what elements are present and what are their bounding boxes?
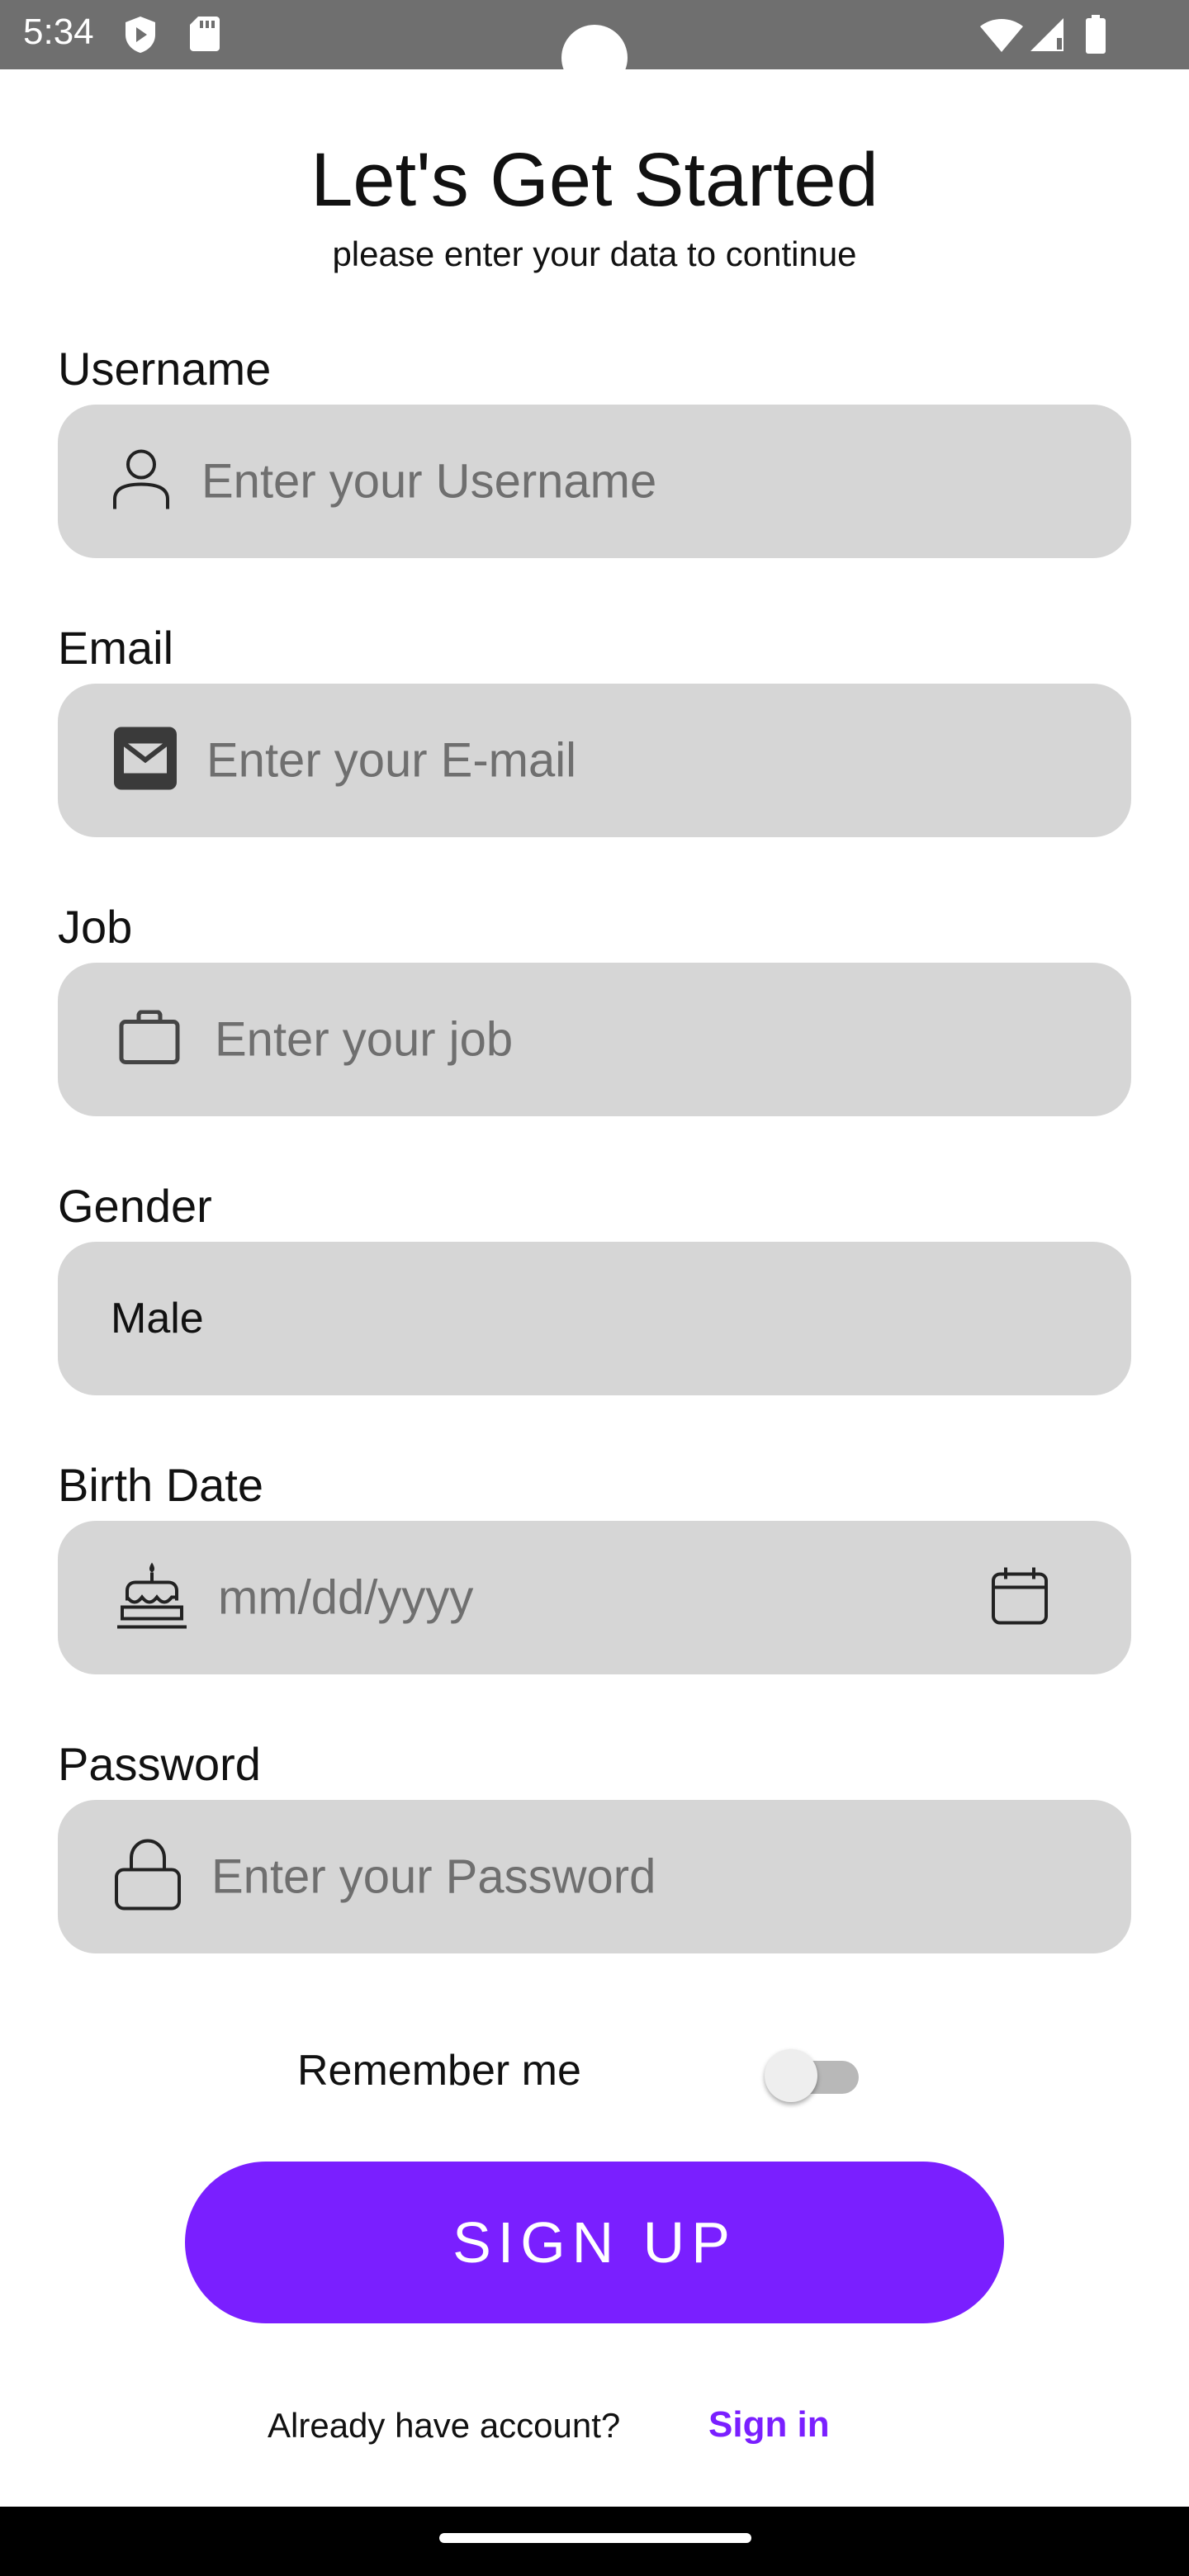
sign-up-button[interactable]: SIGN UP bbox=[185, 2162, 1004, 2323]
password-field[interactable]: Enter your Password bbox=[58, 1800, 1131, 1953]
username-placeholder: Enter your Username bbox=[201, 454, 657, 509]
email-label: Email bbox=[58, 622, 174, 674]
email-placeholder: Enter your E-mail bbox=[206, 733, 577, 788]
password-placeholder: Enter your Password bbox=[211, 1849, 656, 1904]
play-protect-icon bbox=[122, 15, 159, 59]
sign-in-link[interactable]: Sign in bbox=[708, 2404, 830, 2446]
remember-me-toggle[interactable] bbox=[765, 2049, 864, 2102]
password-label: Password bbox=[58, 1738, 261, 1790]
birth-date-field[interactable]: mm/dd/yyyy bbox=[58, 1521, 1131, 1674]
page-title: Let's Get Started bbox=[310, 138, 879, 222]
gender-value: Male bbox=[111, 1295, 204, 1342]
email-field[interactable]: Enter your E-mail bbox=[58, 684, 1131, 837]
envelope-icon bbox=[114, 727, 177, 794]
birth-date-placeholder: mm/dd/yyyy bbox=[218, 1570, 474, 1625]
username-field[interactable]: Enter your Username bbox=[58, 405, 1131, 558]
person-icon bbox=[112, 448, 170, 515]
briefcase-icon bbox=[119, 1010, 180, 1069]
job-field[interactable]: Enter your job bbox=[58, 963, 1131, 1116]
status-time: 5:34 bbox=[23, 12, 94, 52]
wifi-icon bbox=[979, 18, 1024, 57]
home-indicator[interactable] bbox=[439, 2533, 751, 2543]
gender-label: Gender bbox=[58, 1180, 212, 1232]
navigation-bar bbox=[0, 2507, 1189, 2576]
gender-select[interactable]: Male bbox=[58, 1242, 1131, 1395]
signal-icon bbox=[1029, 17, 1065, 57]
birth-date-label: Birth Date bbox=[58, 1459, 263, 1511]
remember-me-label: Remember me bbox=[297, 2047, 581, 2095]
page-subtitle: please enter your data to continue bbox=[332, 234, 857, 273]
battery-icon bbox=[1085, 15, 1106, 59]
calendar-icon[interactable] bbox=[991, 1566, 1049, 1630]
status-bar: 5:34 bbox=[0, 0, 1189, 91]
job-label: Job bbox=[58, 901, 133, 953]
camera-notch bbox=[561, 25, 628, 91]
job-placeholder: Enter your job bbox=[215, 1012, 514, 1067]
toggle-thumb bbox=[765, 2049, 817, 2102]
cake-icon bbox=[116, 1561, 188, 1635]
sd-card-icon bbox=[188, 15, 221, 57]
username-label: Username bbox=[58, 343, 272, 395]
lock-icon bbox=[114, 1839, 182, 1915]
already-have-account-text: Already have account? bbox=[268, 2406, 621, 2445]
